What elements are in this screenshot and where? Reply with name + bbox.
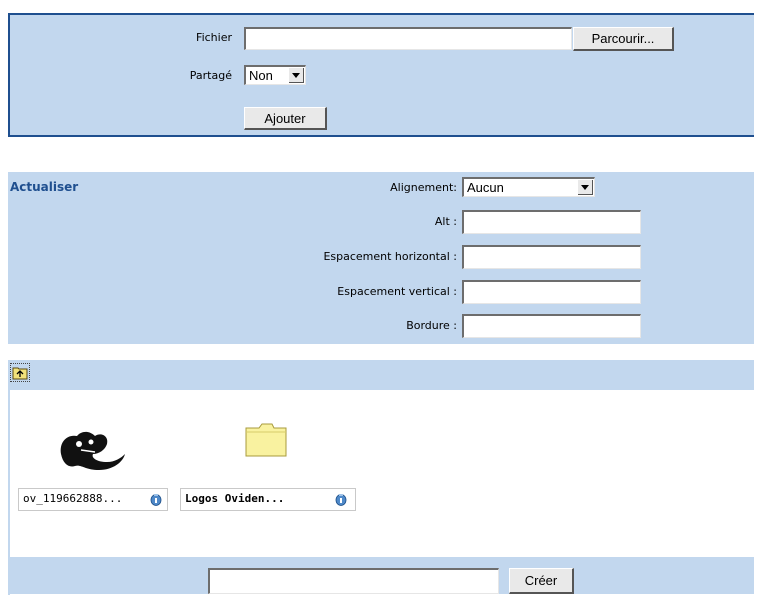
shared-label: Partagé xyxy=(189,69,232,82)
browser-toolbar xyxy=(8,360,754,390)
alt-input[interactable] xyxy=(462,210,641,234)
vspace-label: Espacement vertical : xyxy=(337,285,457,298)
chevron-down-icon[interactable] xyxy=(578,180,593,195)
folder-up-button[interactable] xyxy=(10,363,30,382)
alignment-label: Alignement: xyxy=(390,181,457,194)
alignment-select-value: Aucun xyxy=(467,180,504,195)
shared-select-value: Non xyxy=(249,68,273,83)
border-input[interactable] xyxy=(462,314,641,338)
file-item-card[interactable]: ov_119662888... xyxy=(18,488,168,511)
hspace-input[interactable] xyxy=(462,245,641,269)
info-icon[interactable] xyxy=(335,493,347,506)
vspace-input[interactable] xyxy=(462,280,641,304)
logo-image-thumbnail[interactable] xyxy=(55,428,135,474)
file-label: Fichier xyxy=(196,31,232,44)
folder-icon[interactable] xyxy=(244,422,288,458)
create-button[interactable]: Créer xyxy=(509,568,574,594)
create-folder-input[interactable] xyxy=(208,568,499,594)
info-icon[interactable] xyxy=(150,493,162,506)
shared-select[interactable]: Non xyxy=(244,65,306,85)
alignment-select[interactable]: Aucun xyxy=(462,177,595,197)
file-input[interactable] xyxy=(244,27,572,50)
folder-up-icon xyxy=(12,367,28,380)
refresh-link[interactable]: Actualiser xyxy=(10,180,78,194)
folder-item-name: Logos Oviden... xyxy=(185,492,285,505)
hspace-label: Espacement horizontal : xyxy=(323,250,457,263)
file-item-name: ov_119662888... xyxy=(23,492,123,505)
browse-button[interactable]: Parcourir... xyxy=(573,27,674,51)
folder-item-card[interactable]: Logos Oviden... xyxy=(180,488,356,511)
border-label: Bordure : xyxy=(406,319,457,332)
add-button[interactable]: Ajouter xyxy=(244,107,327,130)
alt-label: Alt : xyxy=(434,215,457,228)
chevron-down-icon[interactable] xyxy=(289,68,304,83)
